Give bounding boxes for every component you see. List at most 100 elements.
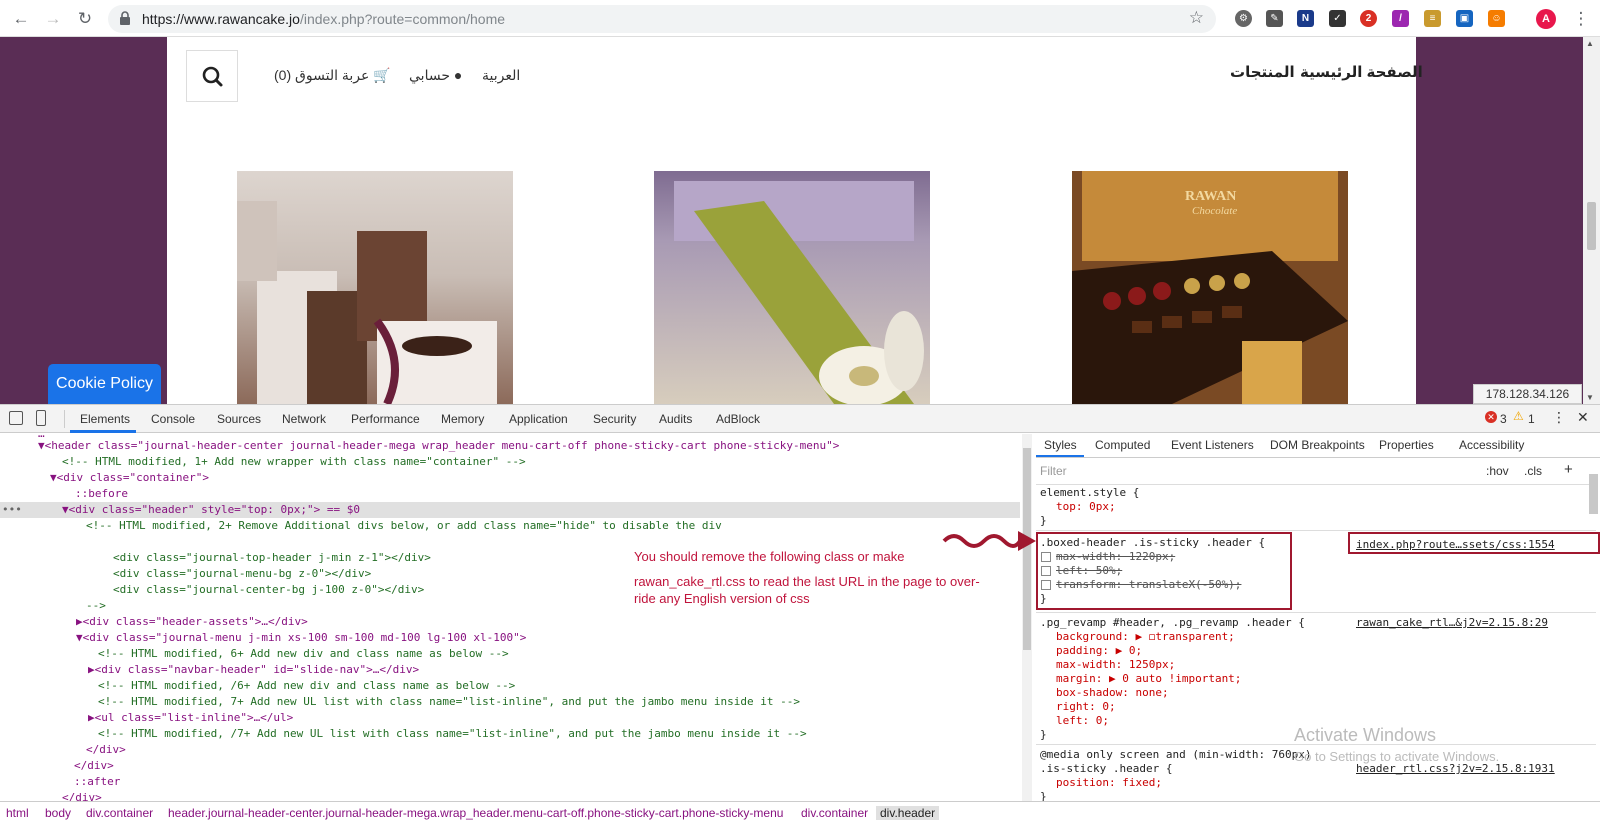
dom-line[interactable]: ::after (0, 774, 1020, 790)
tab-computed[interactable]: Computed (1095, 438, 1150, 452)
warning-icon[interactable]: ⚠ (1513, 409, 1524, 423)
extension-badge-icon[interactable]: 2 (1360, 10, 1377, 27)
nav-products[interactable]: المنتجات (1230, 63, 1295, 81)
tab-performance[interactable]: Performance (351, 412, 420, 426)
tab-accessibility[interactable]: Accessibility (1459, 438, 1524, 452)
tab-console[interactable]: Console (151, 412, 195, 426)
extension-gear-icon[interactable]: ⚙ (1235, 10, 1252, 27)
source-link[interactable]: rawan_cake_rtl…&j2v=2.15.8:29 (1356, 616, 1548, 629)
cls-toggle[interactable]: .cls (1524, 464, 1542, 478)
styles-filter-input[interactable]: Filter (1040, 462, 1472, 480)
dom-line[interactable]: </div> (0, 742, 1020, 758)
page-scrollbar-thumb[interactable] (1587, 202, 1596, 250)
breadcrumb-item-selected[interactable]: div.header (876, 806, 940, 820)
dom-line[interactable] (0, 534, 1020, 550)
bookmark-star-icon[interactable]: ☆ (1189, 8, 1204, 28)
dom-line[interactable]: <!-- HTML modified, /6+ Add new div and … (0, 678, 1020, 694)
address-bar[interactable]: https://www.rawancake.jo/index.php?route… (108, 5, 1216, 33)
tab-properties[interactable]: Properties (1379, 438, 1434, 452)
dom-line[interactable]: ▶<ul class="list-inline">…</ul> (0, 710, 1020, 726)
dom-line[interactable]: ▶<div class="header-assets">…</div> (0, 614, 1020, 630)
product-image-chocolate-box[interactable]: RAWAN Chocolate (1072, 171, 1348, 404)
tab-event-listeners[interactable]: Event Listeners (1171, 438, 1254, 452)
style-prop[interactable]: background: ▶ ◻transparent; (1056, 630, 1235, 644)
warning-count[interactable]: 1 (1528, 412, 1535, 426)
elements-scrollbar[interactable] (1022, 434, 1032, 801)
reload-icon[interactable]: ↻ (74, 8, 96, 30)
tab-application[interactable]: Application (509, 412, 568, 426)
scroll-up-icon[interactable]: ▲ (1586, 39, 1594, 48)
cookie-policy-button[interactable]: Cookie Policy (48, 364, 161, 404)
extension-feather-icon[interactable]: / (1392, 10, 1409, 27)
style-prop[interactable]: margin: ▶ 0 auto !important; (1056, 672, 1241, 686)
devtools-close-icon[interactable]: ✕ (1577, 409, 1589, 426)
search-button[interactable] (186, 50, 238, 102)
dom-line[interactable]: <!-- HTML modified, /7+ Add new UL list … (0, 726, 1020, 742)
tab-network[interactable]: Network (282, 412, 326, 426)
tab-dom-breakpoints[interactable]: DOM Breakpoints (1270, 438, 1365, 452)
breadcrumb-item[interactable]: header.journal-header-center.journal-hea… (168, 806, 783, 820)
style-selector[interactable]: .is-sticky .header { (1040, 762, 1172, 776)
back-icon[interactable]: ← (10, 8, 32, 30)
device-toolbar-icon[interactable] (36, 410, 46, 426)
hov-toggle[interactable]: :hov (1486, 464, 1509, 478)
dom-line[interactable]: ▶<div class="navbar-header" id="slide-na… (0, 662, 1020, 678)
scroll-down-icon[interactable]: ▼ (1586, 393, 1594, 402)
dom-line[interactable]: </div> (0, 758, 1020, 774)
style-prop[interactable]: top: 0px; (1056, 500, 1116, 514)
breadcrumb-item[interactable]: div.container (801, 806, 868, 820)
dom-line[interactable]: ::before (0, 486, 1020, 502)
error-count[interactable]: 3 (1500, 412, 1507, 426)
dom-line[interactable]: </div> (0, 790, 1020, 801)
forward-icon[interactable]: → (42, 8, 64, 30)
devtools-menu-icon[interactable]: ⋮ (1552, 409, 1566, 426)
dom-line[interactable]: <!-- HTML modified, 2+ Remove Additional… (0, 518, 1020, 534)
breadcrumb-item[interactable]: div.container (86, 806, 153, 820)
page-scrollbar[interactable]: ▲ ▼ (1583, 37, 1600, 404)
style-prop[interactable]: position: fixed; (1056, 776, 1162, 790)
tab-styles[interactable]: Styles (1044, 438, 1077, 452)
nav-home[interactable]: الصفحة الرئيسية (1300, 63, 1423, 81)
dom-line-selected[interactable]: ▼<div class="header" style="top: 0px;"> … (0, 502, 1020, 518)
tab-adblock[interactable]: AdBlock (716, 412, 760, 426)
product-image-desserts[interactable] (237, 171, 513, 404)
dom-line[interactable]: ▼<div class="journal-menu j-min xs-100 s… (0, 630, 1020, 646)
tab-sources[interactable]: Sources (217, 412, 261, 426)
style-prop[interactable]: left: 0; (1056, 714, 1109, 728)
styles-scrollbar-thumb[interactable] (1589, 474, 1598, 514)
menu-kebab-icon[interactable]: ⋮ (1570, 8, 1592, 30)
cart-link[interactable]: عربة التسوق (0) 🛒 (274, 67, 391, 84)
style-selector[interactable]: element.style { (1040, 486, 1139, 500)
profile-avatar[interactable]: A (1536, 9, 1556, 29)
dom-line[interactable]: ▼<div class="container"> (0, 470, 1020, 486)
account-link[interactable]: حسابي ● (409, 67, 462, 84)
extension-check-icon[interactable]: ✓ (1329, 10, 1346, 27)
more-options-icon[interactable]: ••• (2, 502, 22, 518)
extension-grid-icon[interactable]: ≡ (1424, 10, 1441, 27)
tab-elements[interactable]: Elements (80, 412, 130, 426)
breadcrumb-item[interactable]: html (6, 806, 29, 820)
dom-line[interactable]: ▼<header class="journal-header-center jo… (0, 438, 1020, 454)
dom-line[interactable]: --> (0, 598, 1020, 614)
error-icon[interactable]: ✕ (1485, 411, 1497, 423)
inspect-element-icon[interactable] (9, 411, 23, 425)
breadcrumb-item[interactable]: body (45, 806, 71, 820)
dom-line[interactable]: <!-- HTML modified, 1+ Add new wrapper w… (0, 454, 1020, 470)
tab-audits[interactable]: Audits (659, 412, 692, 426)
extension-n-icon[interactable]: N (1297, 10, 1314, 27)
style-selector[interactable]: .pg_revamp #header, .pg_revamp .header { (1040, 616, 1305, 630)
tab-security[interactable]: Security (593, 412, 636, 426)
dom-line[interactable]: <!-- HTML modified, 7+ Add new UL list w… (0, 694, 1020, 710)
style-prop[interactable]: right: 0; (1056, 700, 1116, 714)
extension-dropper-icon[interactable]: ✎ (1266, 10, 1283, 27)
style-prop[interactable]: max-width: 1250px; (1056, 658, 1175, 672)
style-prop[interactable]: padding: ▶ 0; (1056, 644, 1142, 658)
extension-save-icon[interactable]: ▣ (1456, 10, 1473, 27)
language-link[interactable]: العربية (482, 67, 520, 84)
product-image-roll[interactable] (654, 171, 930, 404)
style-prop[interactable]: box-shadow: none; (1056, 686, 1169, 700)
tab-memory[interactable]: Memory (441, 412, 484, 426)
extension-face-icon[interactable]: ☺ (1488, 10, 1505, 27)
dom-line[interactable]: <!-- HTML modified, 6+ Add new div and c… (0, 646, 1020, 662)
new-rule-icon[interactable]: + (1564, 461, 1573, 478)
